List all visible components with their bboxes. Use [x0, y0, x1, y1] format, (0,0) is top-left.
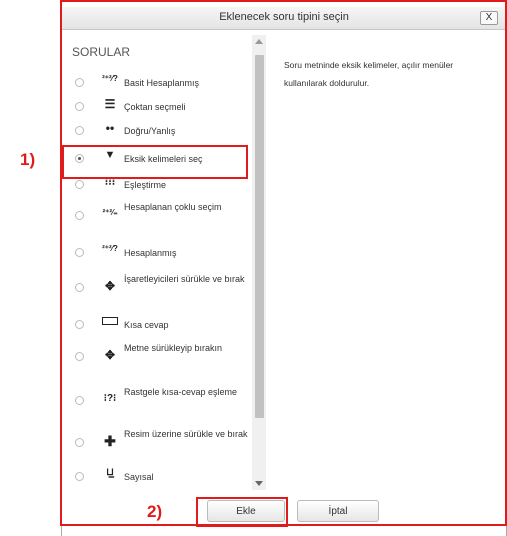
- dialog-highlight-frame: [60, 0, 507, 526]
- annotation-marker-1: 1): [20, 150, 36, 169]
- selected-item-highlight: [62, 145, 248, 179]
- add-button-highlight: [196, 497, 288, 527]
- annotation-marker-2: 2): [147, 502, 163, 521]
